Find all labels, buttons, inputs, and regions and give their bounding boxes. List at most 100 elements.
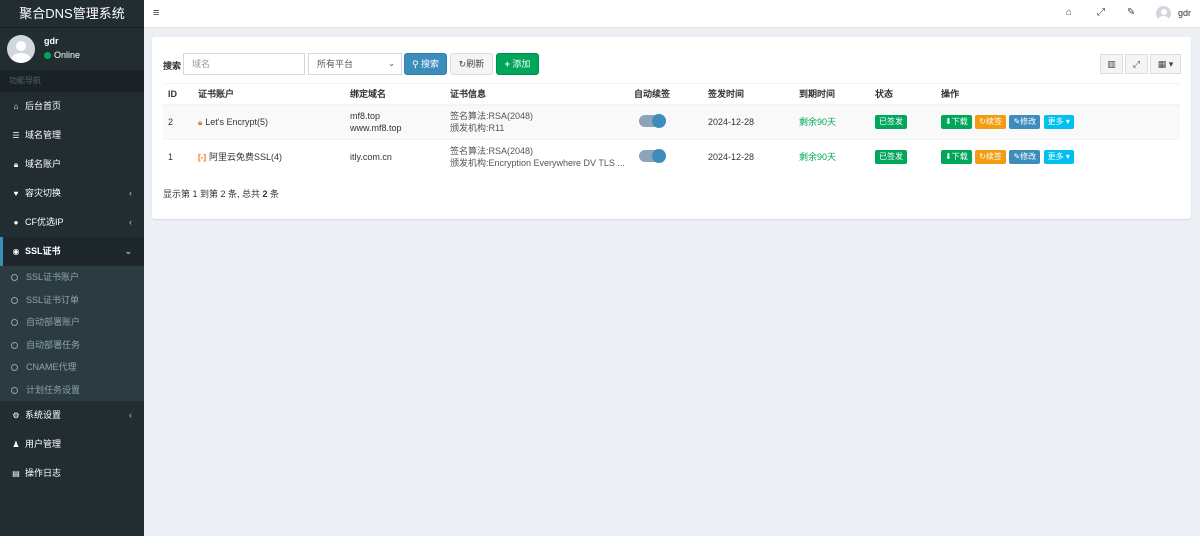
search-button[interactable]: ⚲ 搜索 <box>404 53 447 75</box>
fullscreen-button[interactable]: ⤢ <box>1125 54 1148 74</box>
globe-icon: ● <box>13 218 19 227</box>
auto-renew-toggle[interactable] <box>639 113 666 128</box>
sidebar-item-system-settings[interactable]: ⚙ 系统设置 ‹ <box>0 401 144 430</box>
topbar-avatar[interactable] <box>1156 6 1171 21</box>
list-view-icon: ▥ <box>1107 59 1116 69</box>
sidebar-item-ssl[interactable]: ◉ SSL证书 ⌄ <box>0 237 144 266</box>
top-navbar: ≡ ⌂ ⤢ ✎ gdr <box>144 0 1200 28</box>
pagination-prefix: 显示第 1 到第 2 条, 总共 <box>163 189 263 199</box>
edit-button[interactable]: ✎修改 <box>1009 150 1041 165</box>
chevron-down-icon: ⌄ <box>388 59 395 68</box>
chevron-left-icon: ‹ <box>129 188 132 198</box>
more-button[interactable]: 更多 ▾ <box>1043 115 1074 130</box>
sidebar-subitem-cron-settings[interactable]: 计划任务设置 <box>0 379 144 402</box>
globe-icon: ◉ <box>12 247 20 256</box>
list-alt-icon: ▤ <box>12 469 20 478</box>
col-header-auto-renew[interactable]: 自动续签 <box>629 83 703 106</box>
pagination-suffix: 条 <box>267 189 280 199</box>
cell-expire: 剩余90天 <box>794 139 870 175</box>
account-name: Let's Encrypt(5) <box>205 116 269 127</box>
pagination-info: 显示第 1 到第 2 条, 总共 2 条 <box>163 187 279 200</box>
sidebar-item-failover[interactable]: ♥ 容灾切换 ‹ <box>0 179 144 208</box>
col-header-issued[interactable]: 签发时间 <box>703 83 794 106</box>
col-header-actions[interactable]: 操作 <box>936 83 1180 106</box>
cell-id: 1 <box>163 139 193 175</box>
sidebar-item-domains[interactable]: ☰ 域名管理 <box>0 121 144 150</box>
platform-select-value: 所有平台 <box>317 59 354 69</box>
caret-down-icon: ▾ <box>1168 59 1174 69</box>
columns-button[interactable]: ▦ ▾ <box>1150 54 1181 74</box>
circle-icon <box>11 341 18 349</box>
refresh-button-label: 刷新 <box>466 59 485 69</box>
download-button[interactable]: ⬇下载 <box>941 150 972 165</box>
app-title[interactable]: 聚合DNS管理系统 <box>0 0 144 28</box>
wrench-icon[interactable]: ✎ <box>1127 7 1135 18</box>
cell-domain: mf8.top www.mf8.top <box>345 104 445 140</box>
sidebar: 聚合DNS管理系统 gdr Online 功能导航 ⌂ 后台首页 ☰ 域名管理 🔒︎… <box>0 0 144 536</box>
domain-search-input[interactable]: 域名 <box>183 53 305 75</box>
sidebar-subitem-ssl-orders[interactable]: SSL证书订单 <box>0 289 144 312</box>
sidebar-toggle-icon[interactable]: ≡ <box>153 7 159 19</box>
renew-button[interactable]: ↻续签 <box>975 150 1006 165</box>
caret-down-icon: ▾ <box>1065 152 1070 162</box>
add-button[interactable]: + 添加 <box>496 53 539 75</box>
sidebar-subitem-deploy-accounts[interactable]: 自动部署账户 <box>0 311 144 334</box>
cell-issued: 2024-12-28 <box>703 139 794 175</box>
more-label: 更多 <box>1047 117 1064 127</box>
online-dot-icon <box>44 52 51 59</box>
aliyun-icon: [-] <box>198 152 206 162</box>
add-button-label: 添加 <box>512 59 531 69</box>
edit-button[interactable]: ✎修改 <box>1009 115 1041 130</box>
refresh-button[interactable]: ↻刷新 <box>450 53 493 75</box>
chevron-left-icon: ‹ <box>129 410 132 420</box>
cell-id: 2 <box>163 104 193 140</box>
topbar-username[interactable]: gdr <box>1178 8 1191 18</box>
sidebar-item-label: 域名账户 <box>25 159 62 169</box>
renew-button[interactable]: ↻续签 <box>975 115 1006 130</box>
renew-label: 续签 <box>985 117 1002 127</box>
circle-icon <box>11 296 18 304</box>
refresh-icon: ↻ <box>979 152 986 162</box>
col-header-info[interactable]: 证书信息 <box>445 83 629 106</box>
cell-info: 签名算法:RSA(2048) 颁发机构:Encryption Everywhere… <box>445 139 629 175</box>
col-header-domain[interactable]: 绑定域名 <box>345 83 445 106</box>
sidebar-subitem-cname-proxy[interactable]: CNAME代理 <box>0 356 144 379</box>
chevron-left-icon: ‹ <box>129 217 132 227</box>
download-icon: ⬇ <box>945 117 952 127</box>
cell-account: [-] 阿里云免费SSL(4) <box>193 139 345 175</box>
search-icon: ⚲ <box>411 59 419 69</box>
sidebar-item-cf-ip[interactable]: ● CF优选IP ‹ <box>0 208 144 237</box>
home-icon[interactable]: ⌂ <box>1066 7 1072 18</box>
more-label: 更多 <box>1047 152 1064 162</box>
sidebar-subitem-ssl-accounts[interactable]: SSL证书账户 <box>0 266 144 289</box>
edit-label: 修改 <box>1020 117 1037 127</box>
more-button[interactable]: 更多 ▾ <box>1043 150 1074 165</box>
info-line: 颁发机构:Encryption Everywhere DV TLS ... <box>450 158 625 169</box>
circle-icon <box>11 274 18 281</box>
cell-actions: ⬇下载 ↻续签 ✎修改 更多 ▾ <box>936 139 1180 175</box>
refresh-icon: ↻ <box>979 117 986 127</box>
auto-renew-toggle[interactable] <box>639 148 666 163</box>
circle-icon <box>11 319 18 326</box>
download-label: 下载 <box>951 117 968 127</box>
col-header-expire[interactable]: 到期时间 <box>794 83 870 106</box>
col-header-id[interactable]: ID <box>163 83 193 106</box>
sidebar-item-logs[interactable]: ▤ 操作日志 <box>0 459 144 488</box>
col-header-account[interactable]: 证书账户 <box>193 83 345 106</box>
fullscreen-icon[interactable]: ⤢ <box>1097 7 1105 18</box>
user-status-text: Online <box>54 50 81 60</box>
sidebar-item-domain-accounts[interactable]: 🔒︎ 域名账户 <box>0 150 144 179</box>
platform-select[interactable]: 所有平台 ⌄ <box>308 53 402 75</box>
sidebar-item-home[interactable]: ⌂ 后台首页 <box>0 92 144 121</box>
table-row: 1 [-] 阿里云免费SSL(4) itly.com.cn 签名算法:RSA(20… <box>163 139 1180 175</box>
col-header-status[interactable]: 状态 <box>870 83 936 106</box>
domain-line: www.mf8.top <box>350 123 402 134</box>
sidebar-item-users[interactable]: ♟ 用户管理 <box>0 430 144 459</box>
sidebar-item-label: 域名管理 <box>25 130 62 140</box>
table-header-row: ID 证书账户 绑定域名 证书信息 自动续签 签发时间 到期时间 状态 操作 <box>163 83 1180 106</box>
download-button[interactable]: ⬇下载 <box>941 115 972 130</box>
toggle-view-button[interactable]: ▥ <box>1100 54 1123 74</box>
sidebar-item-label: SSL证书 <box>25 246 61 256</box>
user-panel: gdr Online <box>0 28 144 68</box>
sidebar-subitem-deploy-tasks[interactable]: 自动部署任务 <box>0 334 144 357</box>
